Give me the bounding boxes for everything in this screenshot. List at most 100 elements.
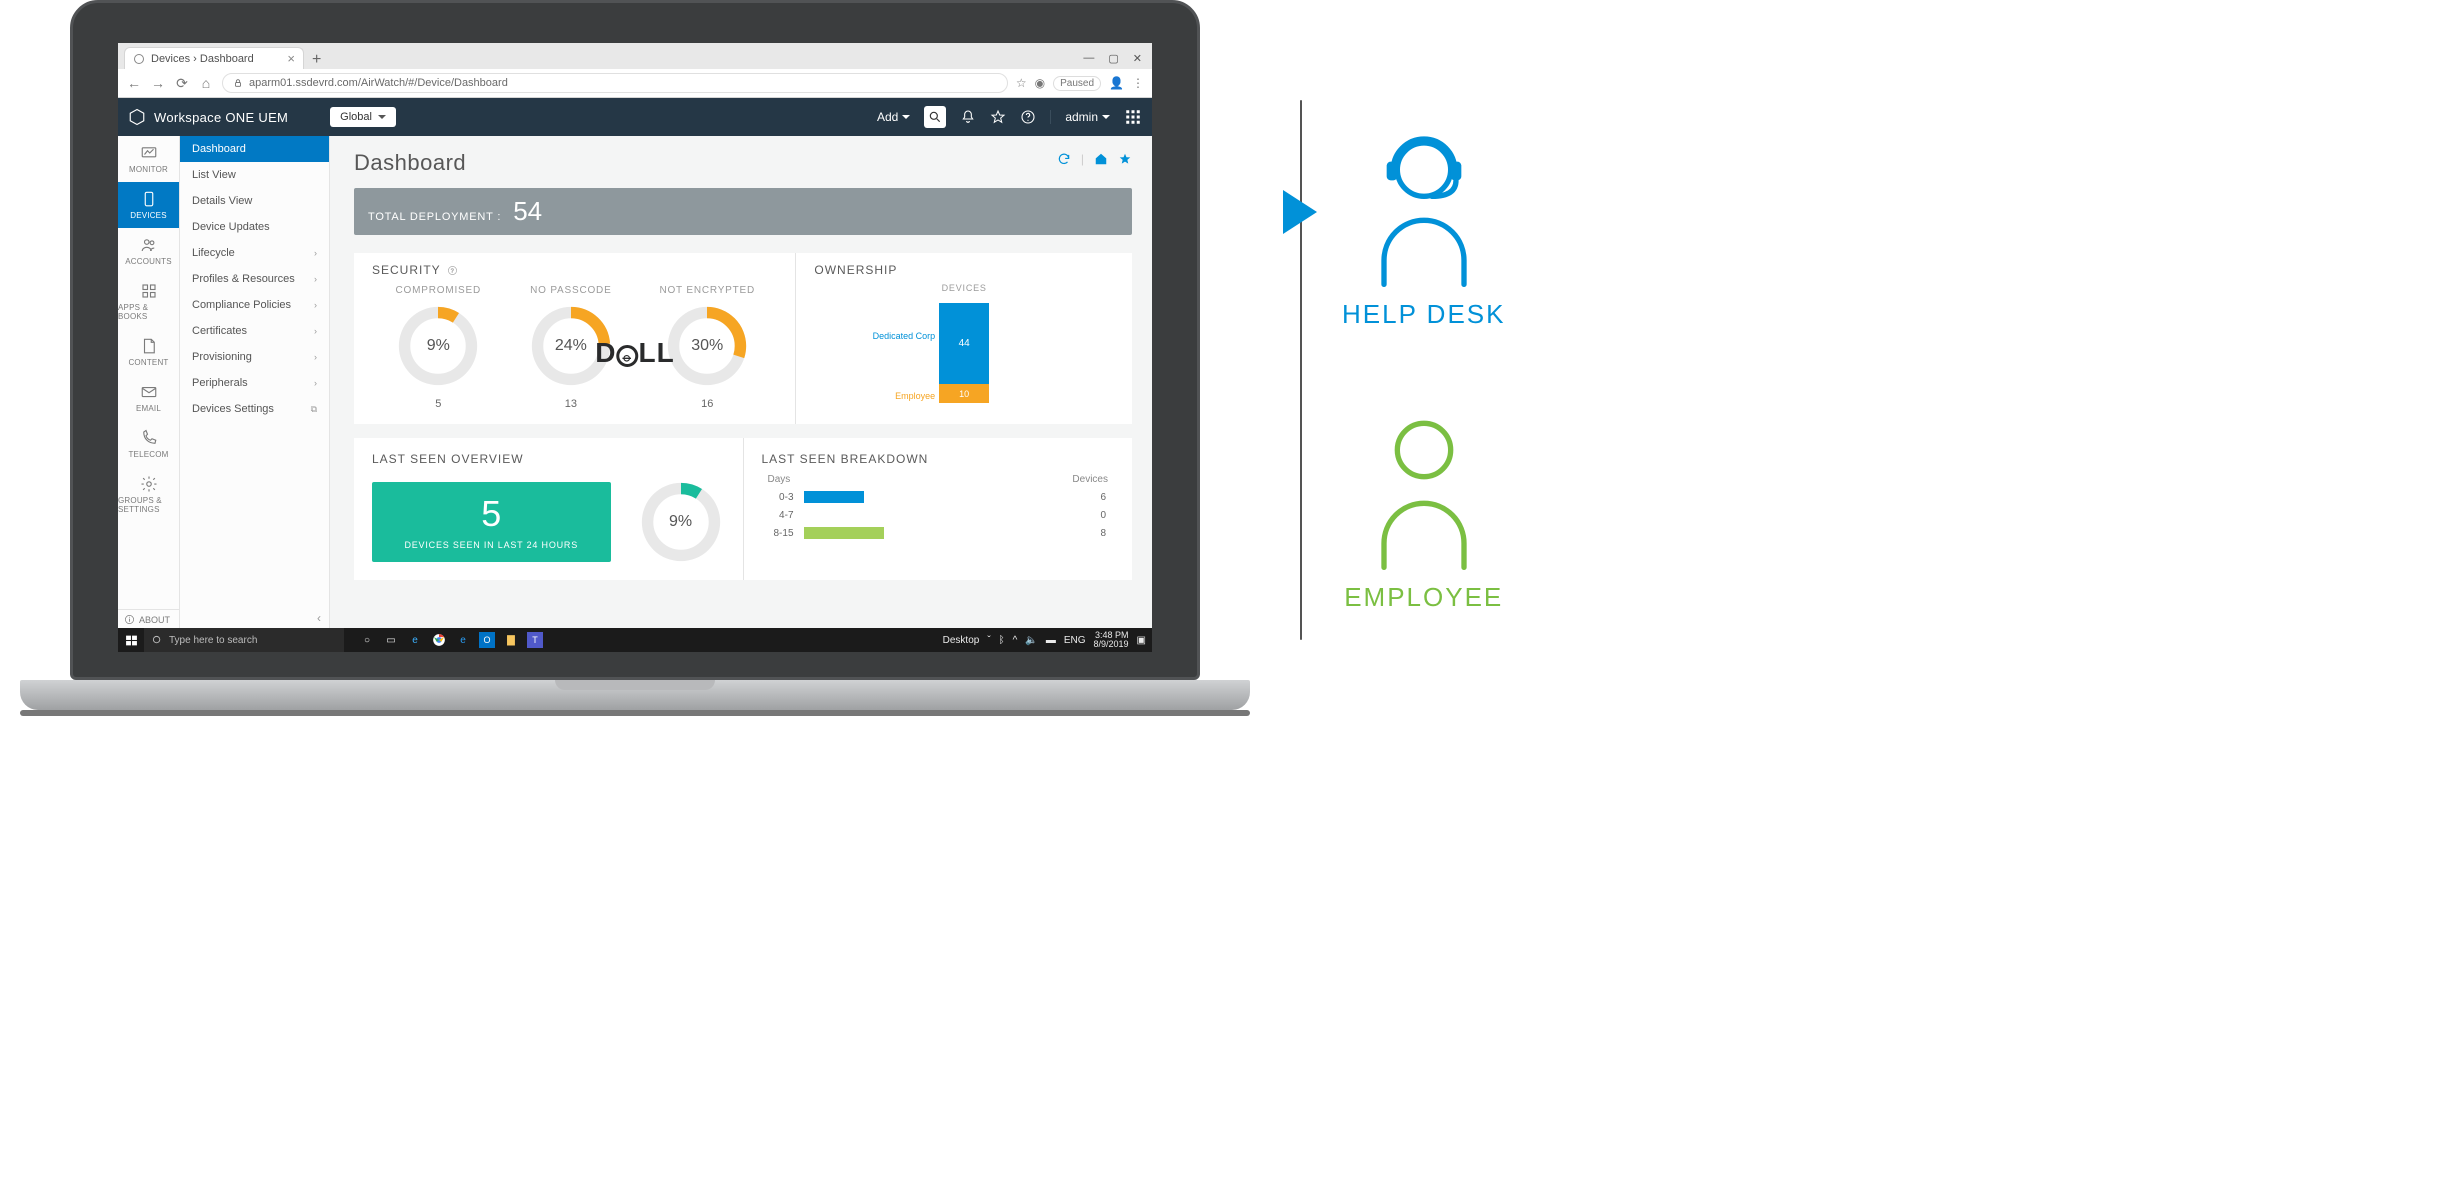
subnav-item-provisioning[interactable]: Provisioning› [180, 344, 329, 370]
subnav-item-compliance[interactable]: Compliance Policies› [180, 292, 329, 318]
taskbar-edge-icon[interactable]: e [404, 628, 426, 652]
tray-clock[interactable]: 3:48 PM 8/9/2019 [1094, 631, 1129, 650]
refresh-icon[interactable] [1057, 152, 1071, 169]
subnav-item-dashboard[interactable]: Dashboard [180, 136, 329, 162]
subnav-item-device-updates[interactable]: Device Updates [180, 214, 329, 240]
bookmark-star-icon[interactable]: ☆ [1016, 76, 1027, 90]
rail-item-telecom[interactable]: TELECOM [118, 421, 179, 467]
persona-employee: EMPLOYEE [1344, 410, 1503, 613]
home-icon[interactable] [1094, 152, 1108, 169]
subnav-label: Details View [192, 195, 252, 207]
new-tab-button[interactable]: + [304, 51, 329, 69]
windows-taskbar: Type here to search ○ ▭ e e O ▇ T [118, 628, 1152, 652]
url-bar[interactable]: aparm01.ssdevrd.com/AirWatch/#/Device/Da… [222, 73, 1008, 93]
subnav-item-device-settings[interactable]: Devices Settings⧉ [180, 396, 329, 422]
donut-compromised[interactable]: COMPROMISED 9% 5 [394, 285, 482, 410]
rail-item-email[interactable]: EMAIL [118, 375, 179, 421]
favorite-page-icon[interactable] [1118, 152, 1132, 169]
rail-item-content[interactable]: CONTENT [118, 329, 179, 375]
subnav-item-list-view[interactable]: List View [180, 162, 329, 188]
deployment-label: TOTAL DEPLOYMENT : [368, 211, 501, 223]
extension-icon[interactable]: ◉ [1035, 76, 1045, 90]
last-seen-ring[interactable]: 9% [637, 478, 725, 566]
security-panel: SECURITY ? COMPROMISED 9% 5 [354, 253, 796, 424]
tray-battery-icon[interactable]: ▬ [1046, 635, 1056, 646]
favorites-star-icon[interactable] [990, 109, 1006, 125]
taskbar-teams-icon[interactable]: T [527, 632, 543, 648]
nav-forward-icon[interactable]: → [150, 75, 166, 91]
tray-network-icon[interactable]: ^ [1013, 635, 1018, 646]
action-center-icon[interactable]: ▣ [1137, 635, 1146, 646]
chevron-right-icon: › [314, 378, 317, 388]
global-search-button[interactable] [924, 106, 946, 128]
devices-icon [140, 190, 158, 208]
last-seen-card[interactable]: 5 DEVICES SEEN IN LAST 24 HOURS [372, 482, 611, 562]
ownership-emp-segment: 10 [939, 384, 989, 403]
profile-avatar-icon[interactable]: 👤 [1109, 76, 1124, 90]
app-brand[interactable]: Workspace ONE UEM [128, 108, 288, 126]
tray-bluetooth-icon[interactable]: ᛒ [999, 635, 1005, 646]
profile-paused-chip[interactable]: Paused [1053, 76, 1101, 91]
help-icon[interactable] [1020, 109, 1036, 125]
collapse-subnav-icon[interactable]: ‹ [317, 611, 321, 625]
taskbar-explorer-icon[interactable]: ▇ [500, 628, 522, 652]
taskbar-cortana-icon[interactable]: ○ [356, 628, 378, 652]
add-dropdown[interactable]: Add [877, 110, 910, 124]
subnav-label: Lifecycle [192, 247, 235, 259]
persona-label: HELP DESK [1342, 299, 1505, 330]
tray-chevron-icon[interactable]: ˇ [987, 635, 990, 646]
help-hint-icon[interactable]: ? [447, 265, 458, 276]
about-label: ABOUT [139, 615, 170, 625]
rail-item-accounts[interactable]: ACCOUNTS [118, 228, 179, 274]
breakdown-row[interactable]: 8-158 [762, 527, 1115, 539]
rail-item-groups[interactable]: GROUPS & SETTINGS [118, 467, 179, 522]
breakdown-devices-header: Devices [1072, 474, 1108, 485]
subnav-item-lifecycle[interactable]: Lifecycle› [180, 240, 329, 266]
taskbar-ie-icon[interactable]: e [452, 628, 474, 652]
segment-value: 10 [959, 389, 969, 399]
start-button[interactable] [118, 628, 144, 652]
persona-helpdesk: HELP DESK [1342, 127, 1505, 330]
email-icon [140, 383, 158, 401]
panel-title: LAST SEEN BREAKDOWN [762, 452, 1115, 466]
tray-lang[interactable]: ENG [1064, 635, 1086, 646]
svg-text:?: ? [450, 268, 454, 274]
ownership-stacked-bar[interactable]: 44 10 [939, 303, 989, 403]
taskbar-outlook-icon[interactable]: O [479, 632, 495, 648]
org-scope-dropdown[interactable]: Global [330, 107, 396, 127]
user-menu-dropdown[interactable]: admin [1050, 110, 1110, 124]
window-minimize-icon[interactable]: — [1083, 52, 1094, 65]
subnav-item-profiles[interactable]: Profiles & Resources› [180, 266, 329, 292]
rail-item-devices[interactable]: DEVICES [118, 182, 179, 228]
tray-volume-icon[interactable]: 🔈 [1025, 635, 1037, 646]
browser-menu-icon[interactable]: ⋮ [1132, 76, 1144, 90]
subnav-item-details-view[interactable]: Details View [180, 188, 329, 214]
search-placeholder: Type here to search [169, 635, 257, 646]
tray-date: 8/9/2019 [1094, 640, 1129, 649]
metric-pct: 30% [663, 302, 751, 390]
notifications-icon[interactable] [960, 109, 976, 125]
browser-tab[interactable]: Devices › Dashboard × [124, 47, 304, 69]
breakdown-row[interactable]: 4-70 [762, 509, 1115, 521]
rail-label: EMAIL [136, 404, 161, 413]
subnav-label: List View [192, 169, 236, 181]
panel-title: SECURITY [372, 263, 441, 277]
taskbar-chrome-icon[interactable] [428, 628, 450, 652]
rail-about[interactable]: ABOUT [118, 609, 179, 629]
rail-item-apps[interactable]: APPS & BOOKS [118, 274, 179, 329]
nav-home-icon[interactable]: ⌂ [198, 75, 214, 91]
breakdown-row[interactable]: 0-36 [762, 491, 1115, 503]
window-maximize-icon[interactable]: ▢ [1108, 52, 1118, 65]
rail-label: CONTENT [128, 358, 168, 367]
subnav-item-certificates[interactable]: Certificates› [180, 318, 329, 344]
nav-back-icon[interactable]: ← [126, 75, 142, 91]
nav-reload-icon[interactable]: ⟳ [174, 75, 190, 92]
desktop-toggle[interactable]: Desktop [943, 635, 980, 646]
taskbar-search[interactable]: Type here to search [144, 628, 344, 652]
tab-close-icon[interactable]: × [287, 52, 295, 65]
app-launcher-icon[interactable] [1124, 108, 1142, 126]
rail-item-monitor[interactable]: MONITOR [118, 136, 179, 182]
subnav-item-peripherals[interactable]: Peripherals› [180, 370, 329, 396]
taskbar-taskview-icon[interactable]: ▭ [380, 628, 402, 652]
window-close-icon[interactable]: ✕ [1133, 52, 1142, 65]
